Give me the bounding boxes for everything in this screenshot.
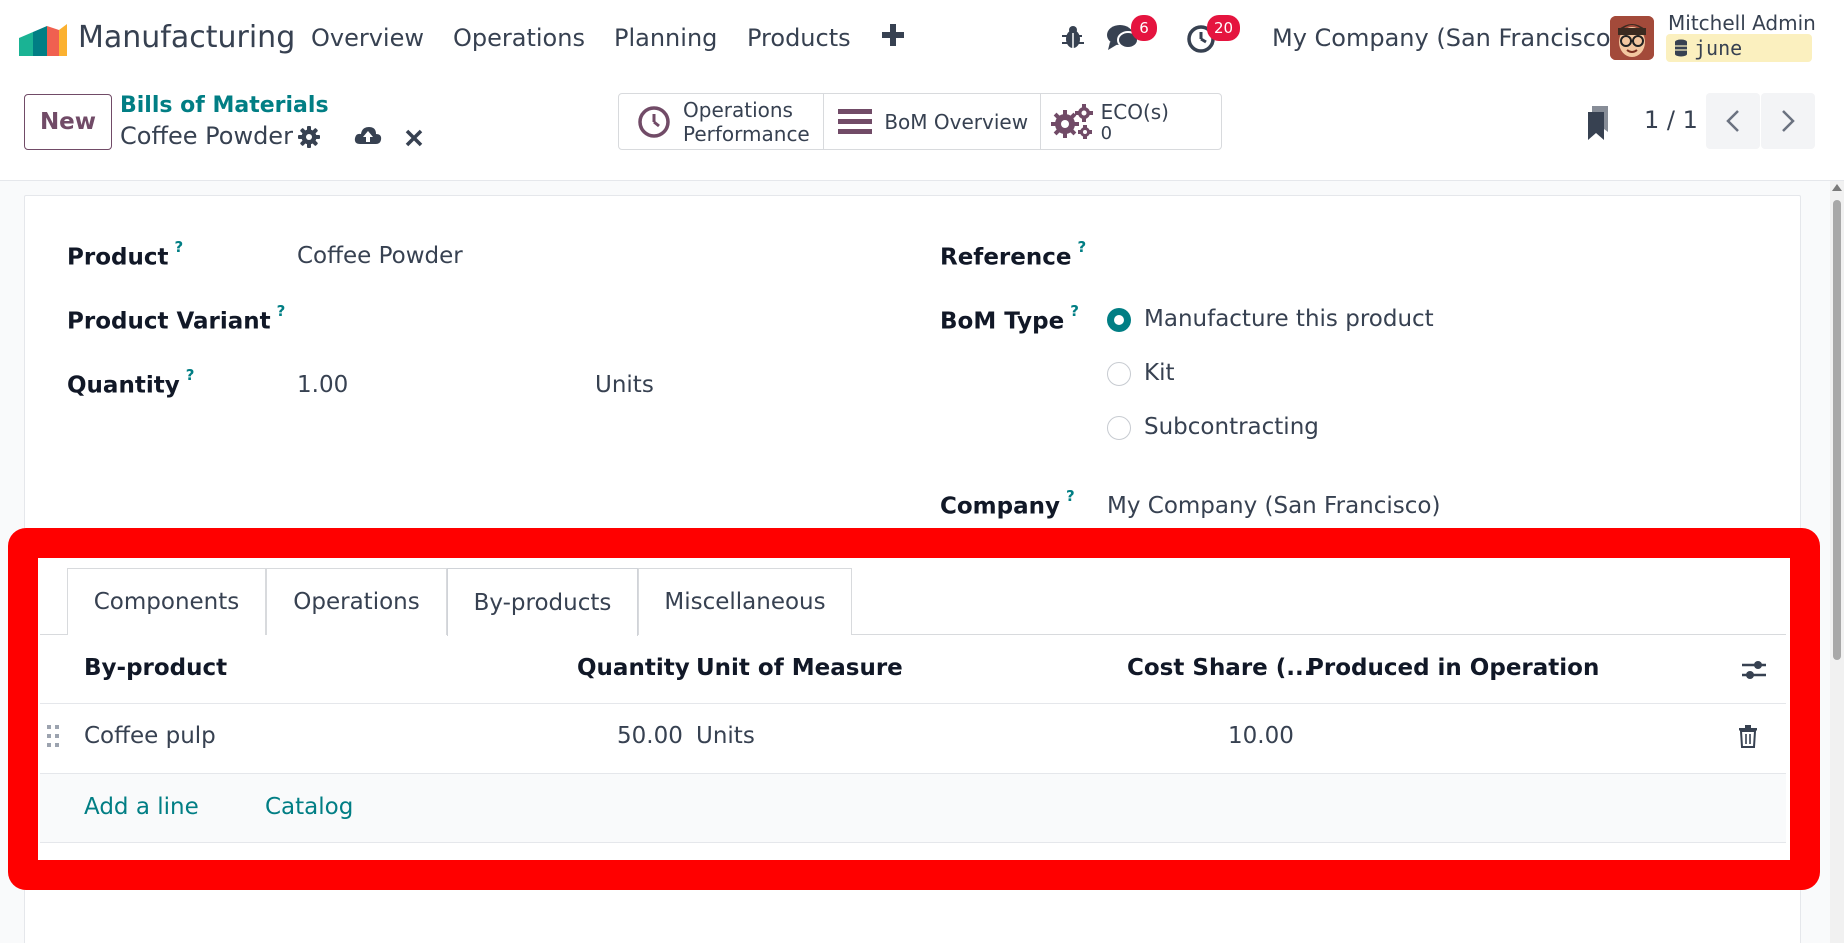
help-icon[interactable]: ? [174, 238, 183, 256]
col-by-product[interactable]: By-product [84, 655, 227, 681]
footer-divider [40, 842, 1786, 843]
col-quantity[interactable]: Quantity [577, 655, 690, 681]
user-avatar[interactable] [1610, 16, 1654, 60]
trash-icon[interactable] [1738, 724, 1758, 748]
database-icon [1675, 39, 1687, 57]
col-produced-in-operation[interactable]: Produced in Operation [1307, 655, 1599, 681]
breadcrumb-bills-of-materials[interactable]: Bills of Materials [120, 93, 329, 118]
top-navbar: Manufacturing Overview Operations Planni… [0, 0, 1844, 78]
bom-type-manufacture-label[interactable]: Manufacture this product [1144, 306, 1434, 332]
tab-components[interactable]: Components [67, 568, 266, 635]
help-icon[interactable]: ? [186, 366, 195, 384]
company-field[interactable]: My Company (San Francisco) [1107, 493, 1440, 519]
cloud-upload-icon[interactable] [354, 124, 382, 148]
company-switcher[interactable]: My Company (San Francisco) [1272, 24, 1620, 52]
product-field[interactable]: Coffee Powder [297, 243, 463, 269]
chevron-right-icon [1782, 110, 1795, 132]
tab-operations[interactable]: Operations [266, 568, 447, 635]
product-label: Product? [67, 238, 184, 271]
ecos-label: ECO(s) [1100, 99, 1169, 124]
new-button[interactable]: New [24, 94, 112, 150]
record-title: Coffee Powder [120, 122, 293, 150]
bom-type-subcontracting-label[interactable]: Subcontracting [1144, 414, 1319, 440]
bom-overview-label: BoM Overview [884, 109, 1029, 134]
tab-by-products[interactable]: By-products [447, 568, 638, 636]
database-name: june [1694, 36, 1743, 60]
smart-buttons: Operations Performance BoM Overview ECO(… [618, 93, 1222, 150]
pager-value[interactable]: 1 / 1 [1644, 106, 1698, 134]
app-name[interactable]: Manufacturing [78, 20, 295, 55]
bom-type-label: BoM Type? [940, 302, 1079, 335]
column-settings-icon[interactable] [1740, 656, 1768, 684]
catalog-link[interactable]: Catalog [265, 794, 353, 820]
operations-performance-button[interactable]: Operations Performance [619, 94, 825, 149]
clock-icon [638, 105, 670, 138]
bom-overview-button[interactable]: BoM Overview [824, 94, 1041, 149]
plus-icon[interactable] [880, 22, 906, 48]
company-label: Company? [940, 487, 1075, 520]
ecos-button[interactable]: ECO(s) 0 [1041, 94, 1221, 149]
help-icon[interactable]: ? [1070, 302, 1079, 320]
table-row[interactable] [40, 704, 1786, 773]
uom-field[interactable]: Units [595, 372, 654, 398]
cell-cost-share[interactable]: 10.00 [1228, 723, 1294, 749]
operations-performance-line1: Operations [683, 97, 793, 122]
drag-handle-icon[interactable] [46, 724, 60, 748]
ecos-count: 0 [1100, 122, 1113, 144]
scrollbar-thumb[interactable] [1833, 200, 1841, 660]
bom-type-manufacture-radio[interactable] [1107, 308, 1131, 332]
chevron-left-icon [1726, 110, 1739, 132]
operations-performance-line2: Performance [683, 121, 810, 146]
col-unit-of-measure[interactable]: Unit of Measure [696, 655, 903, 681]
cell-uom[interactable]: Units [696, 723, 755, 749]
user-name[interactable]: Mitchell Admin [1668, 11, 1816, 35]
menu-products[interactable]: Products [747, 24, 851, 52]
menu-planning[interactable]: Planning [614, 24, 717, 52]
menu-operations[interactable]: Operations [453, 24, 585, 52]
help-icon[interactable]: ? [1077, 238, 1086, 256]
bars-icon [838, 108, 873, 134]
bookmark-icon[interactable] [1588, 106, 1610, 140]
tab-miscellaneous[interactable]: Miscellaneous [638, 568, 852, 635]
product-variant-label: Product Variant? [67, 302, 286, 335]
product-variant-field[interactable] [297, 300, 857, 336]
pager-next-button[interactable] [1761, 93, 1815, 149]
quantity-field[interactable]: 1.00 [297, 372, 348, 398]
menu-overview[interactable]: Overview [311, 24, 424, 52]
pager-previous-button[interactable] [1706, 93, 1760, 149]
scroll-up-arrow[interactable] [1832, 184, 1842, 191]
add-line-link[interactable]: Add a line [84, 794, 199, 820]
database-badge: june [1666, 34, 1812, 62]
help-icon[interactable]: ? [277, 302, 286, 320]
messages-badge: 6 [1131, 15, 1157, 41]
bug-icon[interactable] [1060, 24, 1086, 50]
manufacturing-app-icon[interactable] [19, 24, 67, 56]
bom-type-kit-radio[interactable] [1107, 362, 1131, 386]
activities-badge: 20 [1207, 15, 1241, 41]
reference-label: Reference? [940, 238, 1087, 271]
discard-x-icon[interactable] [404, 128, 424, 148]
quantity-label: Quantity? [67, 366, 195, 399]
cell-quantity[interactable]: 50.00 [617, 723, 683, 749]
bom-type-subcontracting-radio[interactable] [1107, 416, 1131, 440]
help-icon[interactable]: ? [1066, 487, 1075, 505]
cell-by-product[interactable]: Coffee pulp [84, 723, 216, 749]
reference-field[interactable] [1107, 236, 1707, 272]
cogs-icon [1050, 103, 1093, 139]
col-cost-share[interactable]: Cost Share (... [1127, 655, 1313, 681]
bom-type-kit-label[interactable]: Kit [1144, 360, 1175, 386]
gear-icon[interactable] [297, 125, 321, 149]
